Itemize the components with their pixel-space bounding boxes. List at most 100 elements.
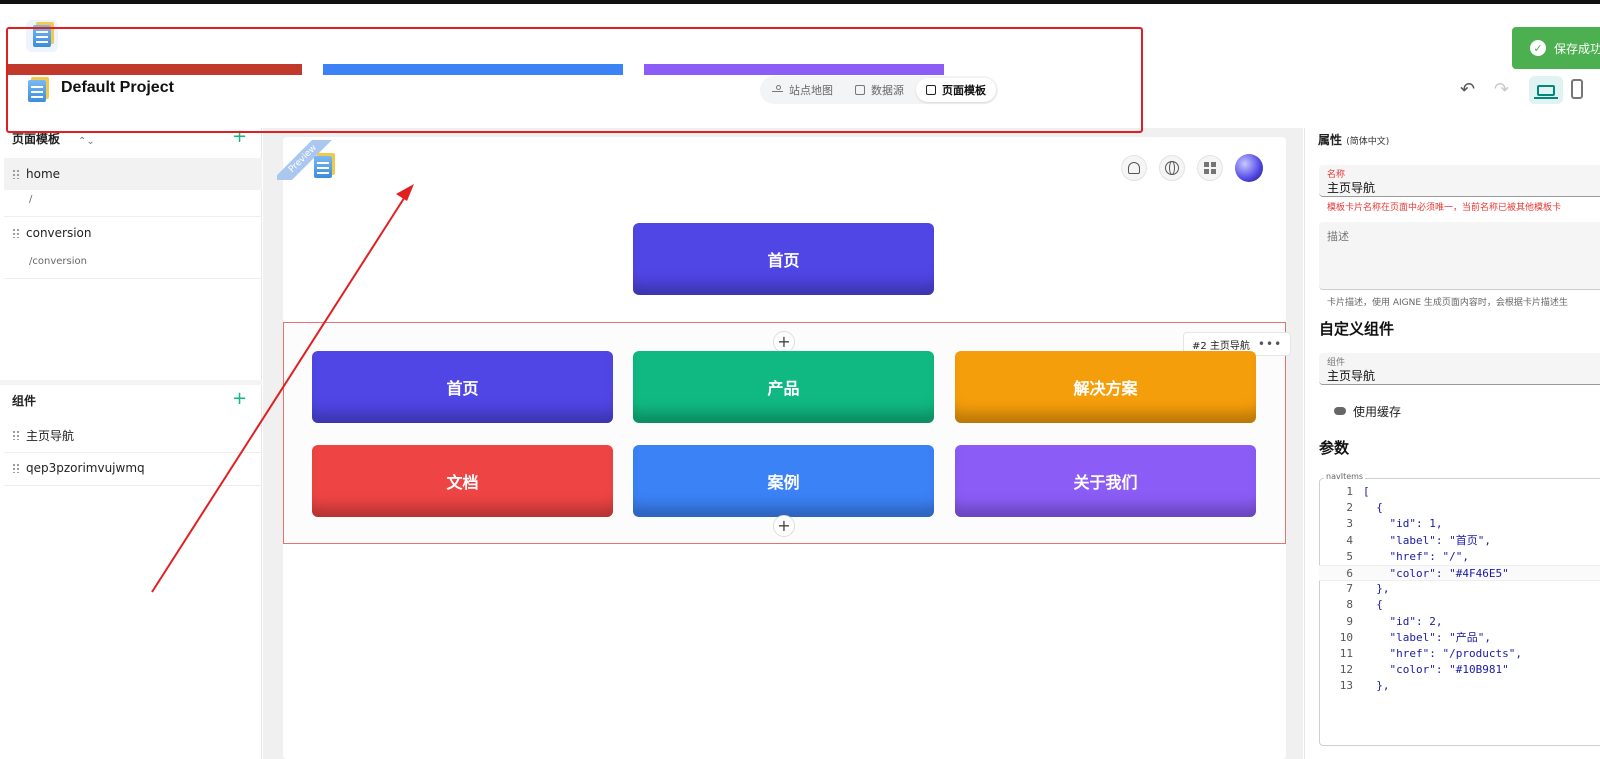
params-title: 参数: [1319, 439, 1350, 457]
cache-toggle-icon[interactable]: [1334, 407, 1346, 415]
hero-home-button[interactable]: 首页: [633, 223, 934, 295]
code-line[interactable]: 2 {: [1319, 500, 1600, 516]
use-cache-label[interactable]: 使用缓存: [1353, 403, 1401, 420]
redo-icon[interactable]: ↷: [1494, 81, 1516, 99]
code-line[interactable]: 6 "color": "#4F46E5": [1319, 565, 1600, 581]
component-name: qep3pzorimvujwmq: [26, 461, 145, 475]
nav-item-home[interactable]: 首页: [312, 351, 613, 423]
bell-icon: [1128, 162, 1140, 174]
name-error-text: 模板卡片名称在页面中必须唯一，当前名称已被其他模板卡: [1327, 203, 1562, 213]
language-button[interactable]: [1159, 155, 1185, 181]
section-divider: [0, 380, 262, 385]
add-block-above-button[interactable]: +: [773, 331, 795, 353]
drag-handle-icon[interactable]: [12, 463, 20, 473]
code-line[interactable]: 7 },: [1319, 581, 1600, 597]
view-switch: 站点地图 数据源 页面模板: [760, 76, 998, 104]
mobile-view-icon[interactable]: [1571, 79, 1583, 99]
code-text: },: [1363, 582, 1390, 596]
add-component-button[interactable]: +: [232, 390, 247, 408]
description-field-label: 描述: [1327, 230, 1349, 243]
code-text: },: [1363, 679, 1390, 693]
code-line[interactable]: 13 },: [1319, 678, 1600, 694]
globe-icon: [1165, 161, 1179, 175]
add-block-below-button[interactable]: +: [773, 515, 795, 537]
component-field[interactable]: 组件 主页导航: [1319, 353, 1600, 385]
component-item[interactable]: qep3pzorimvujwmq: [4, 452, 262, 484]
code-text: {: [1363, 501, 1383, 515]
template-path: /conversion: [29, 256, 87, 267]
left-sidebar: 页面模板 ⌃⌄ + home / conversion /conversion …: [0, 128, 262, 759]
code-editor-label: navItems: [1324, 472, 1366, 481]
code-line[interactable]: 9 "id": 2,: [1319, 614, 1600, 630]
line-number: 10: [1339, 630, 1353, 644]
code-line[interactable]: 10 "label": "产品",: [1319, 630, 1600, 646]
app-window: Default Project 站点地图 数据源 页面模板 ✓ 保存成功 ↶ ↷…: [0, 0, 1600, 759]
drag-handle-icon[interactable]: [12, 228, 20, 238]
document-logo-icon: [33, 25, 51, 47]
code-text: "color": "#10B981": [1363, 663, 1509, 677]
project-logo: [22, 76, 52, 106]
success-toast: ✓ 保存成功: [1512, 27, 1600, 69]
tab-datasource[interactable]: 数据源: [845, 78, 914, 102]
template-item-home[interactable]: home: [4, 158, 262, 190]
collapse-icon[interactable]: ⌃⌄: [78, 136, 95, 147]
tab-page-templates[interactable]: 页面模板: [916, 78, 996, 102]
nav-item-solutions[interactable]: 解决方案: [955, 351, 1256, 423]
code-line[interactable]: 4 "label": "首页",: [1319, 533, 1600, 549]
name-field-value: 主页导航: [1327, 181, 1376, 195]
name-field[interactable]: 名称 主页导航: [1319, 165, 1600, 197]
components-title: 组件: [12, 394, 37, 408]
properties-title-text: 属性: [1318, 133, 1343, 147]
nav-item-docs[interactable]: 文档: [312, 445, 613, 517]
more-icon[interactable]: •••: [1258, 337, 1282, 351]
avatar[interactable]: [1235, 154, 1263, 182]
desktop-view-button[interactable]: [1529, 76, 1563, 104]
description-hint: 卡片描述，使用 AIGNE 生成页面内容时，会根据卡片描述生: [1327, 298, 1568, 308]
line-number: 2: [1346, 501, 1353, 515]
tab-sitemap[interactable]: 站点地图: [762, 78, 843, 102]
line-number: 9: [1346, 614, 1353, 628]
nav-item-products[interactable]: 产品: [633, 351, 934, 423]
line-number: 6: [1346, 567, 1353, 580]
code-line[interactable]: 12 "color": "#10B981": [1319, 662, 1600, 678]
notification-button[interactable]: [1121, 155, 1147, 181]
line-number: 8: [1346, 598, 1353, 612]
add-template-button[interactable]: +: [232, 128, 247, 146]
check-circle-icon: ✓: [1530, 40, 1546, 56]
toast-text: 保存成功: [1554, 41, 1600, 56]
color-bar-red: [6, 64, 302, 75]
code-text: {: [1363, 598, 1383, 612]
site-logo[interactable]: [307, 152, 339, 182]
code-line[interactable]: 11 "href": "/products",: [1319, 646, 1600, 662]
project-title[interactable]: Default Project: [61, 79, 174, 97]
template-name: home: [26, 167, 61, 181]
app-logo[interactable]: [26, 20, 58, 52]
code-text: "id": 2,: [1363, 614, 1443, 628]
code-line[interactable]: 3 "id": 1,: [1319, 516, 1600, 532]
nav-item-cases[interactable]: 案例: [633, 445, 934, 517]
drag-handle-icon[interactable]: [12, 169, 20, 179]
line-number: 4: [1346, 533, 1353, 547]
site-logo-icon: [314, 156, 332, 178]
description-field[interactable]: 描述: [1319, 222, 1600, 290]
nav-item-about[interactable]: 关于我们: [955, 445, 1256, 517]
undo-icon[interactable]: ↶: [1460, 81, 1482, 99]
line-number: 11: [1339, 647, 1353, 660]
templates-title: 页面模板: [12, 132, 61, 146]
code-line[interactable]: 5 "href": "/",: [1319, 549, 1600, 565]
component-item[interactable]: 主页导航: [4, 419, 262, 451]
template-name: conversion: [26, 226, 92, 240]
code-text: [: [1363, 485, 1370, 498]
tab-datasource-label: 数据源: [871, 84, 904, 97]
properties-lang[interactable]: (简体中文): [1346, 137, 1389, 147]
sitemap-icon: [772, 84, 783, 96]
drag-handle-icon[interactable]: [12, 430, 20, 440]
apps-button[interactable]: [1197, 155, 1223, 181]
custom-component-title: 自定义组件: [1319, 320, 1395, 338]
line-number: 5: [1346, 549, 1353, 563]
code-line[interactable]: 1[: [1319, 484, 1600, 500]
template-item-conversion[interactable]: conversion: [4, 217, 262, 249]
code-text: "id": 1,: [1363, 517, 1443, 531]
code-line[interactable]: 8 {: [1319, 597, 1600, 613]
grid-icon: [1204, 162, 1216, 174]
